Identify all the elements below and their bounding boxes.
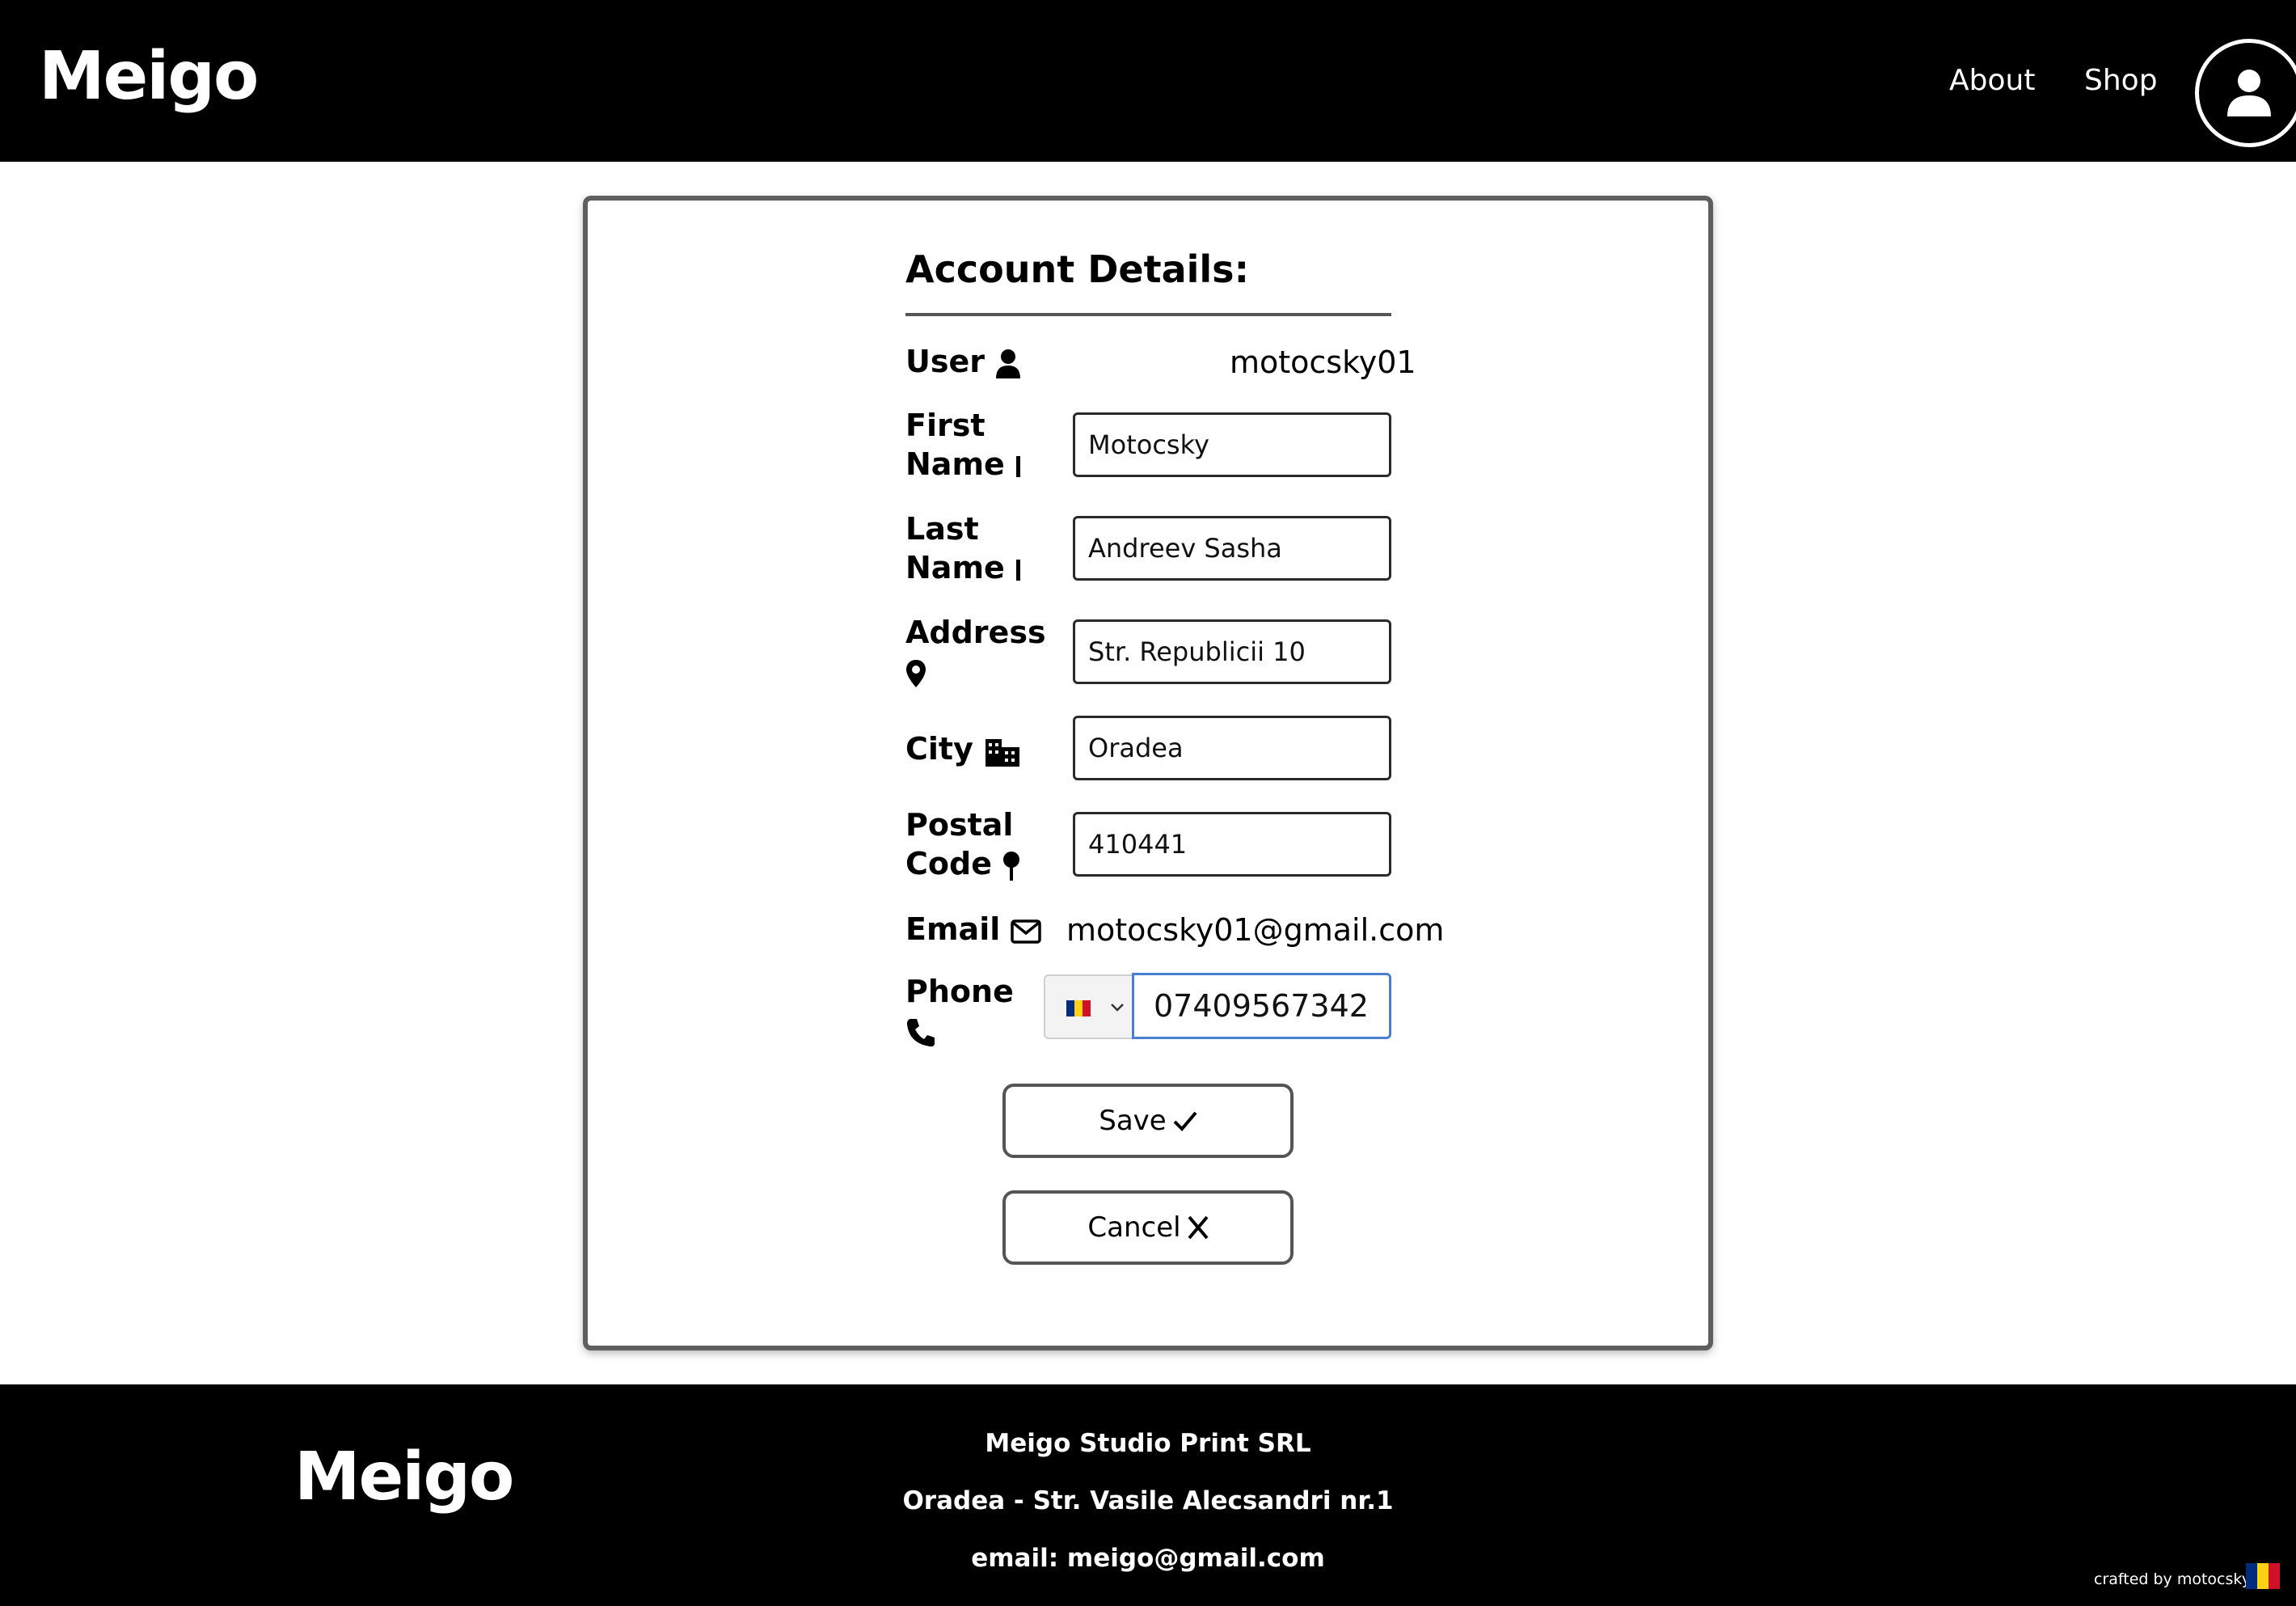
footer-credit: crafted by motocsky: [2094, 1570, 2251, 1588]
first-name-input[interactable]: [1073, 412, 1391, 477]
user-circle-icon: [2227, 70, 2271, 116]
last-name-label: Last Name: [905, 509, 1022, 587]
last-name-input[interactable]: [1073, 516, 1391, 581]
postal-code-input[interactable]: [1073, 812, 1391, 877]
user-label: User: [905, 342, 1021, 381]
email-value: motocsky01@gmail.com: [1066, 912, 1445, 948]
first-name-label: First Name: [905, 406, 1022, 484]
flag-romania-icon: [1066, 1000, 1091, 1016]
city-icon: [986, 738, 1020, 767]
city-input[interactable]: [1073, 716, 1391, 780]
footer-email[interactable]: email: meigo@gmail.com: [0, 1546, 2296, 1571]
close-icon: [1188, 1215, 1209, 1240]
map-pin-icon: [906, 659, 926, 687]
flag-romania-icon: [2246, 1563, 2280, 1589]
id-card-icon: [1016, 455, 1021, 477]
title-divider: [905, 313, 1391, 316]
address-label: Address: [905, 613, 1046, 691]
envelope-icon: [1011, 919, 1042, 944]
cancel-button[interactable]: Cancel: [1002, 1190, 1294, 1265]
check-icon: [1173, 1111, 1197, 1131]
email-label: Email: [905, 910, 1042, 949]
country-code-select[interactable]: [1044, 974, 1133, 1039]
logo[interactable]: Meigo: [39, 44, 259, 110]
phone-label: Phone: [905, 972, 1014, 1050]
map-pin-small-icon: [1003, 851, 1020, 881]
username-value: motocsky01: [1230, 344, 1416, 380]
city-label: City: [905, 729, 1021, 768]
nav-shop-link[interactable]: Shop: [2084, 66, 2158, 95]
chevron-down-icon: [1111, 1004, 1124, 1012]
address-input[interactable]: [1073, 619, 1391, 684]
footer-address: Oradea - Str. Vasile Alecsandri nr.1: [902, 1486, 1394, 1515]
phone-input[interactable]: [1132, 973, 1391, 1039]
phone-icon: [907, 1018, 935, 1046]
save-button[interactable]: Save: [1002, 1084, 1294, 1158]
account-button[interactable]: [2195, 39, 2296, 147]
nav-about-link[interactable]: About: [1949, 66, 2035, 95]
footer-company: Meigo Studio Print SRL: [985, 1429, 1311, 1458]
user-icon: [996, 349, 1021, 378]
page-title: Account Details:: [905, 247, 1249, 291]
postal-code-label: Postal Code: [905, 805, 1020, 883]
id-card-icon: [1016, 559, 1021, 581]
